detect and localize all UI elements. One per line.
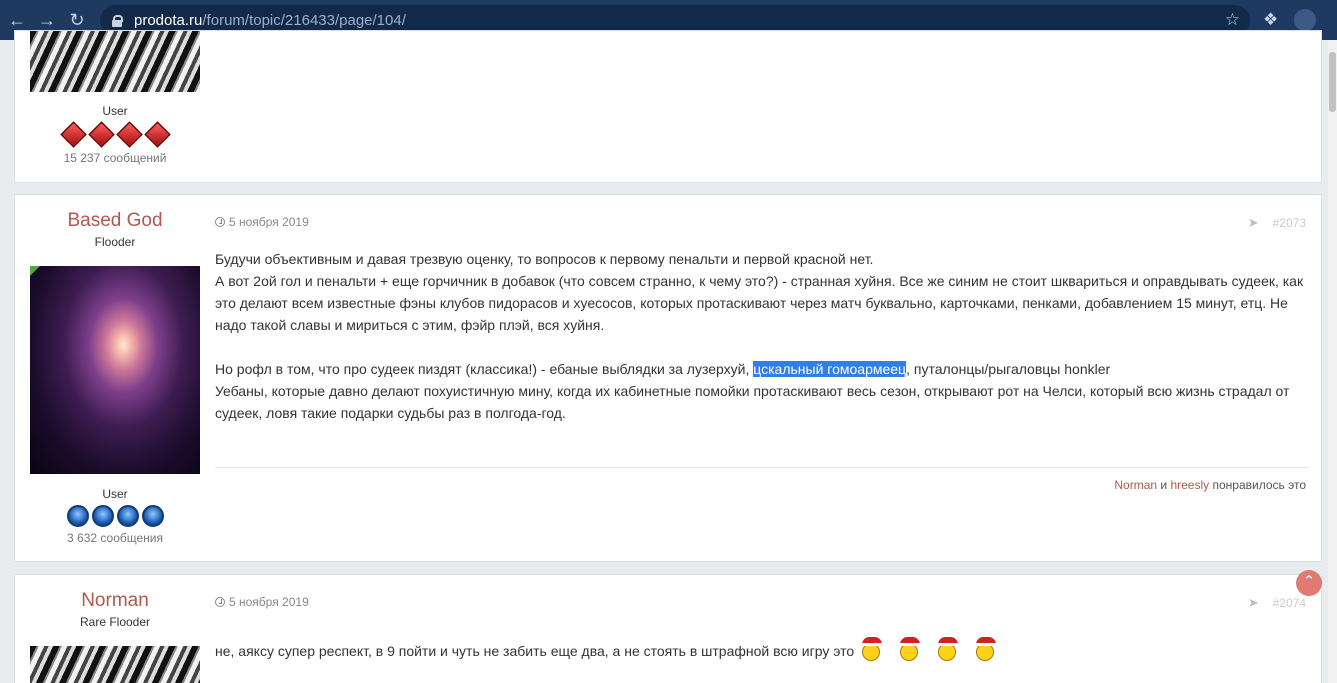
rank-badge-icon [141, 505, 164, 527]
author-title: Rare Flooder [79, 615, 151, 629]
santa-smiley-icon [896, 635, 924, 663]
clock-icon [215, 597, 225, 607]
bookmark-star-icon[interactable]: ☆ [1225, 10, 1240, 30]
author-info: User 15 237 сообщений [15, 104, 215, 165]
page-scrollbar[interactable] [1328, 40, 1337, 683]
post-date-text: 5 ноября 2019 [229, 595, 309, 609]
member-group: User [102, 104, 128, 118]
post-2074: Norman Rare Flooder 5 ноября 2019 ➤ #2074… [14, 574, 1322, 683]
back-arrow-icon[interactable]: ← [2, 10, 32, 31]
member-group: User [102, 487, 128, 501]
post-previous: User 15 237 сообщений [14, 30, 1322, 183]
post-meta-actions: ➤ #2073 [1248, 215, 1306, 231]
text-span: Но рофл в том, что про судеек пиздят (кл… [215, 361, 754, 377]
post-paragraph: Но рофл в том, что про судеек пиздят (кл… [215, 358, 1310, 380]
scrollbar-thumb[interactable] [1329, 52, 1336, 112]
rank-badge-icon [115, 121, 143, 148]
author-info: Based God Flooder [15, 210, 215, 249]
author-avatar[interactable] [30, 266, 200, 474]
profile-avatar[interactable] [1294, 9, 1316, 31]
reactions-summary: Norman и hreesly понравилось это [1114, 478, 1306, 492]
online-indicator-icon [30, 266, 40, 276]
post-paragraph: Будучи объективным и давая трезвую оценк… [215, 251, 874, 267]
text-span: , путалонцы/рыгаловцы honkler [906, 361, 1111, 377]
liked-by-user[interactable]: hreesly [1170, 478, 1209, 492]
url-path: /forum/topic/216433/page/104/ [202, 12, 406, 29]
post-content: не, аяксу супер респект, в 9 пойти и чут… [215, 635, 1310, 663]
rank-badge-icon [87, 121, 115, 148]
post-date[interactable]: 5 ноября 2019 [215, 215, 309, 229]
liked-by-user[interactable]: Norman [1114, 478, 1157, 492]
author-stats: User 3 632 сообщения [15, 487, 215, 545]
author-avatar[interactable] [30, 31, 200, 92]
likes-conjunction: и [1160, 478, 1168, 492]
post-divider [215, 467, 1309, 468]
clock-icon [215, 217, 225, 227]
reload-icon[interactable]: ↻ [62, 10, 92, 31]
rank-badge-icon [66, 505, 89, 527]
rank-badge-icon [143, 121, 171, 148]
rank-badge-icon [116, 505, 139, 527]
selected-text: цскальный гомоармеец [753, 361, 907, 377]
post-count: 15 237 сообщений [63, 151, 167, 165]
likes-suffix: понравилось это [1212, 478, 1306, 492]
forward-arrow-icon[interactable]: → [32, 10, 62, 31]
santa-smiley-icon [934, 635, 962, 663]
text-span: не, аяксу супер респект, в 9 пойти и чут… [215, 643, 855, 659]
rank-badge-icon [59, 121, 87, 148]
post-paragraph: Уебаны, которые давно делают похуистичну… [215, 383, 1290, 421]
post-date[interactable]: 5 ноября 2019 [215, 595, 309, 609]
post-number-link[interactable]: #2074 [1273, 596, 1306, 610]
author-avatar[interactable] [30, 646, 200, 683]
post-content: Будучи объективным и давая трезвую оценк… [215, 248, 1310, 424]
share-icon[interactable]: ➤ [1248, 595, 1259, 611]
extensions-puzzle-icon[interactable]: ❖ [1263, 10, 1278, 30]
rank-badges [15, 121, 215, 148]
post-meta-actions: ➤ #2074 [1248, 595, 1306, 611]
rank-badge-icon [91, 505, 114, 527]
author-title: Flooder [94, 235, 136, 249]
url-host: prodota.ru [134, 12, 203, 29]
lock-icon[interactable] [112, 14, 123, 27]
post-number-link[interactable]: #2073 [1273, 216, 1306, 230]
scroll-to-top-button[interactable]: ⌃ [1296, 570, 1322, 596]
author-info: Norman Rare Flooder [15, 590, 215, 629]
post-paragraph: не, аяксу супер респект, в 9 пойти и чут… [215, 635, 1310, 663]
post-2073: Based God Flooder User 3 632 сообщения 5… [14, 194, 1322, 562]
author-name[interactable]: Norman [15, 590, 215, 612]
share-icon[interactable]: ➤ [1248, 215, 1259, 231]
santa-smiley-icon [972, 635, 1000, 663]
post-count: 3 632 сообщения [67, 531, 163, 545]
url-text[interactable]: prodota.ru/forum/topic/216433/page/104/ [134, 12, 406, 29]
rank-badges [15, 505, 215, 527]
author-name[interactable]: Based God [15, 210, 215, 232]
post-date-text: 5 ноября 2019 [229, 215, 309, 229]
smiley-group [858, 635, 1000, 663]
post-paragraph: А вот 2ой гол и пенальти + еще горчичник… [215, 273, 1304, 333]
santa-smiley-icon [858, 635, 886, 663]
